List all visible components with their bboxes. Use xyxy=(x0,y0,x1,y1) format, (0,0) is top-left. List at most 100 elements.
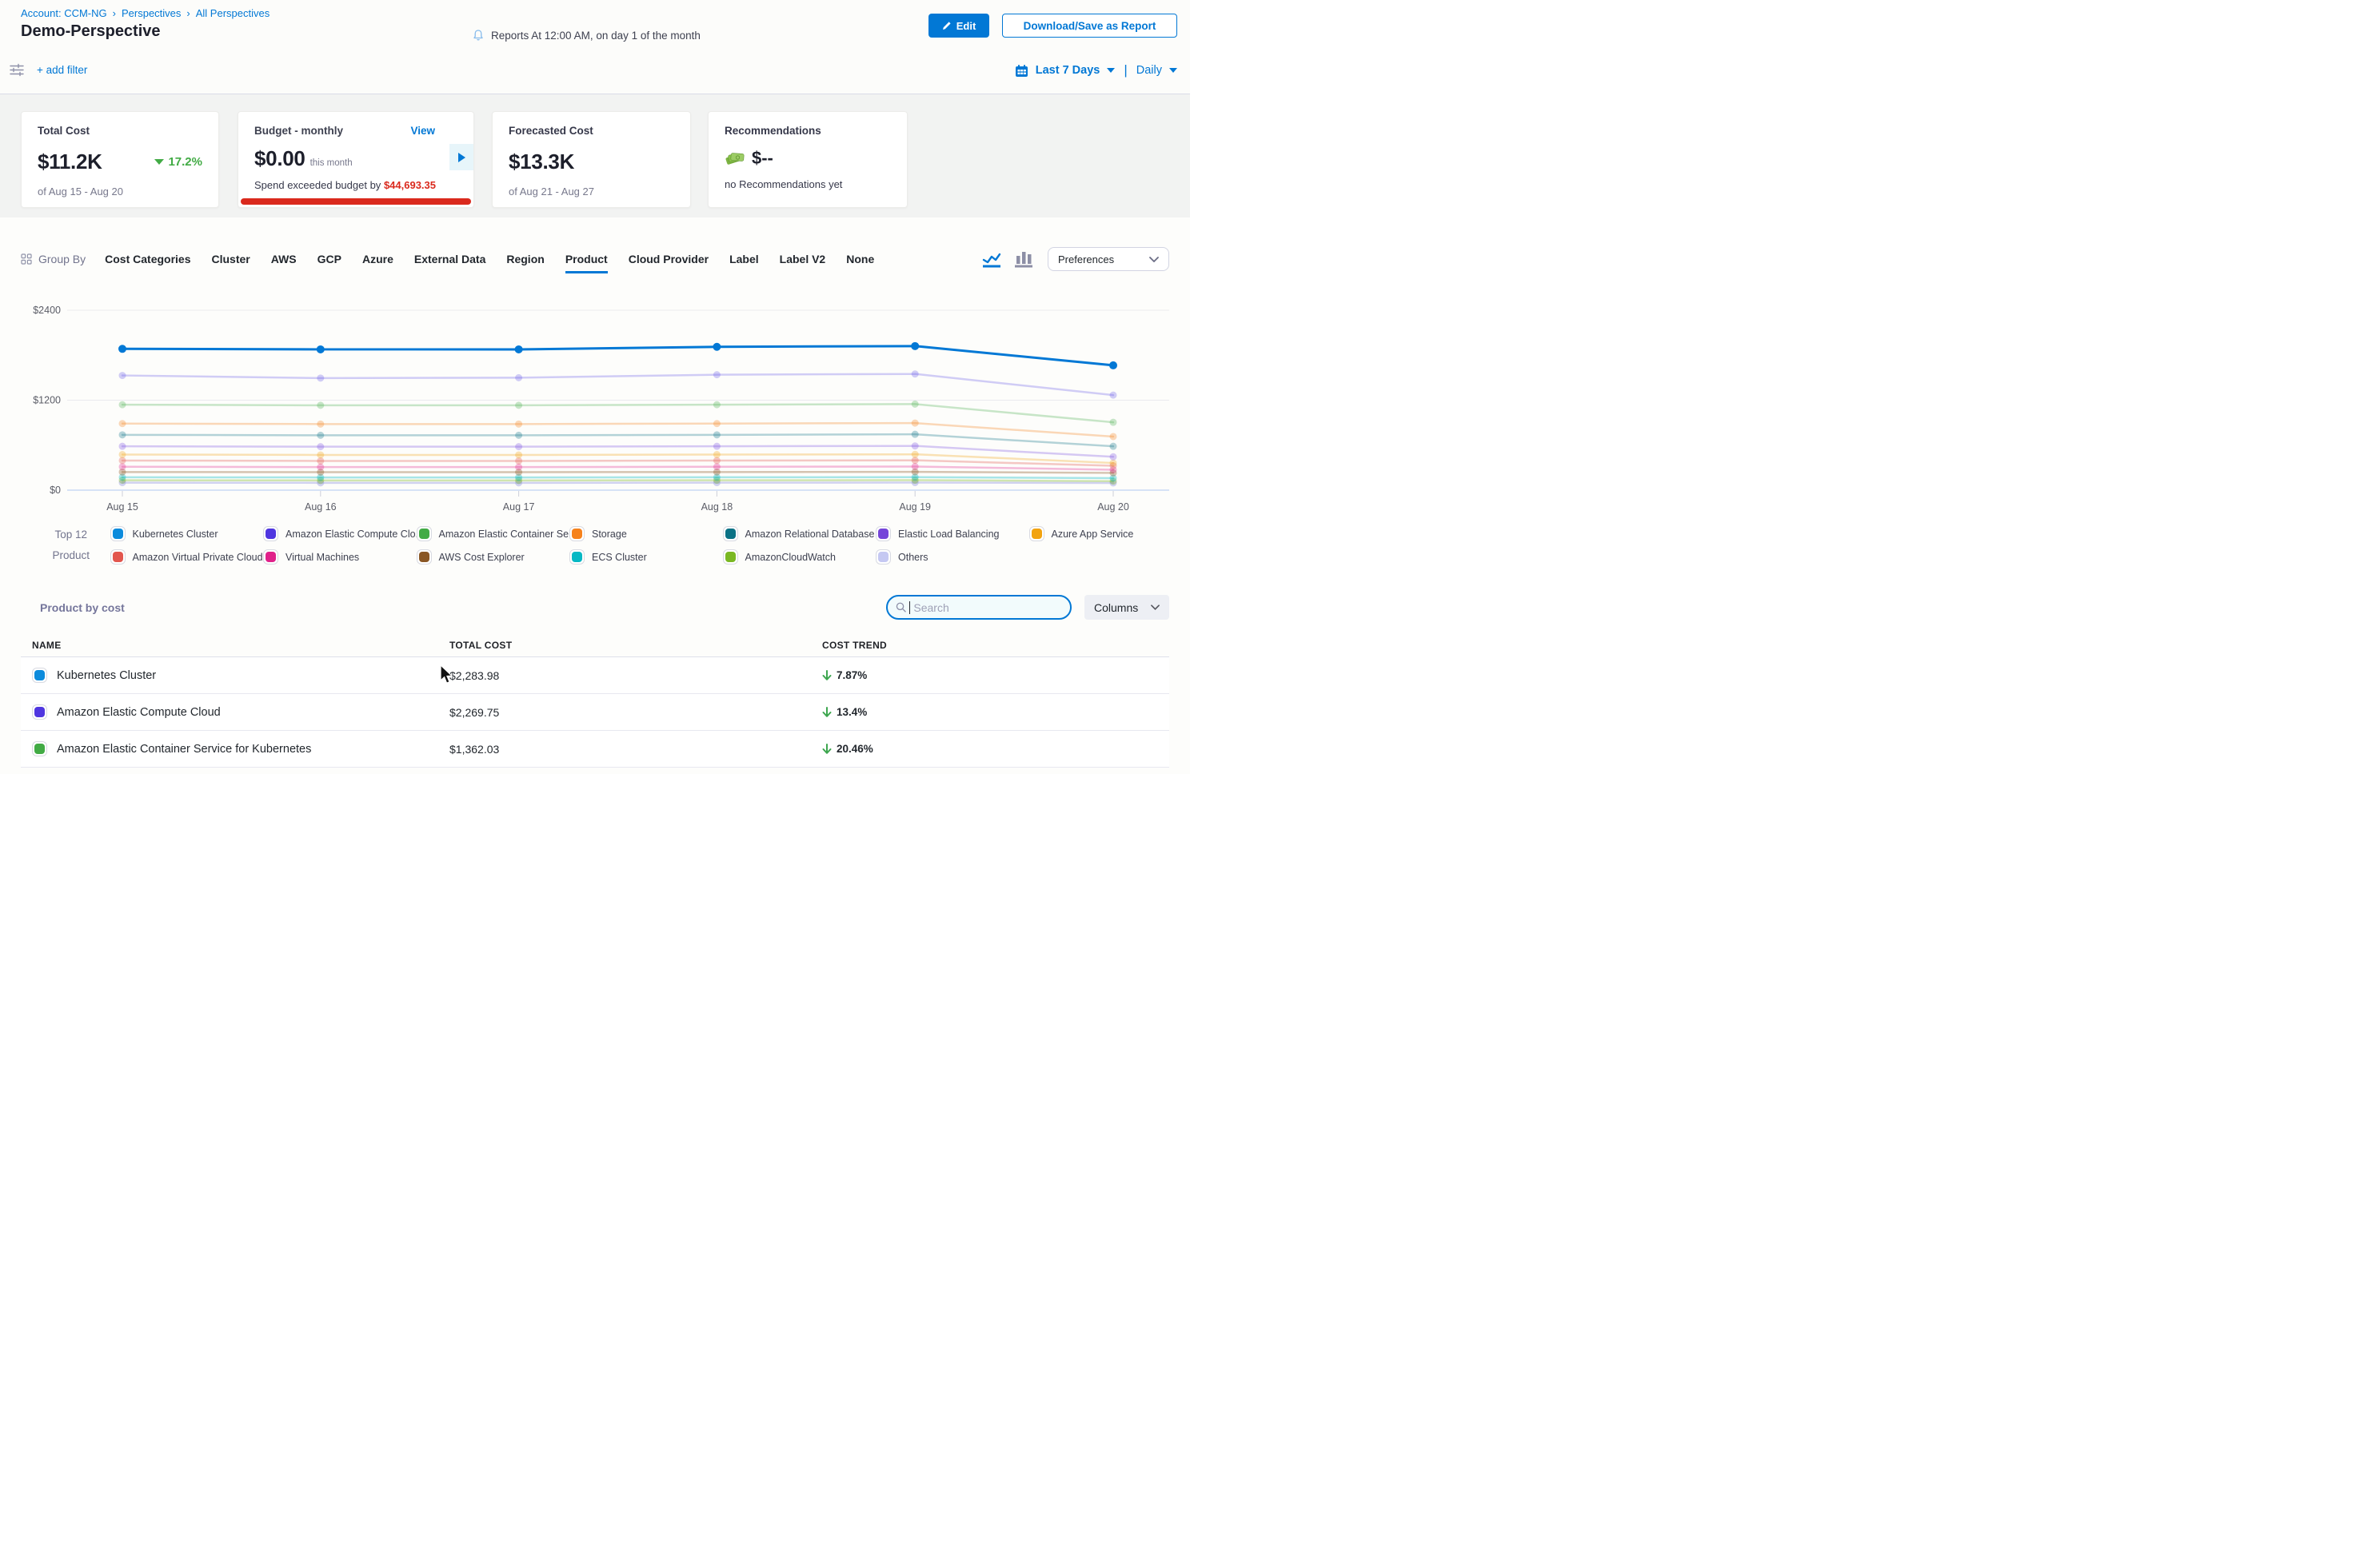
legend-label: Amazon Virtual Private Cloud xyxy=(133,552,263,563)
forecasted-cost-title: Forecasted Cost xyxy=(509,125,674,137)
download-save-report-button[interactable]: Download/Save as Report xyxy=(1002,14,1177,38)
product-name: Amazon Elastic Compute Cloud xyxy=(57,706,221,719)
perspective-panel: Group By Cost Categories Cluster AWS GCP Azu… xyxy=(0,217,1190,774)
budget-expand-button[interactable] xyxy=(449,144,473,170)
total-cost-card: Total Cost $11.2K 17.2% of Aug 15 - Aug … xyxy=(21,111,219,208)
legend-label: Virtual Machines xyxy=(286,552,359,563)
table-row[interactable]: Kubernetes Cluster$2,283.987.87% xyxy=(21,657,1169,694)
play-icon xyxy=(458,153,465,162)
table-toolbar: Product by cost Columns xyxy=(21,595,1169,620)
reports-schedule-note: Reports At 12:00 AM, on day 1 of the mon… xyxy=(472,29,701,42)
groupby-tab-azure[interactable]: Azure xyxy=(362,253,393,273)
legend-item[interactable]: Amazon Elastic Container Se... xyxy=(417,526,570,541)
svg-text:Aug 19: Aug 19 xyxy=(899,501,931,513)
bar-chart-icon xyxy=(1014,250,1033,268)
granularity-selector[interactable]: Daily xyxy=(1136,64,1162,77)
groupby-tab-gcp[interactable]: GCP xyxy=(317,253,341,273)
legend-label: Amazon Elastic Compute Clo... xyxy=(286,529,424,540)
legend-item[interactable]: Amazon Virtual Private Cloud xyxy=(110,549,264,565)
recommendations-subtitle: no Recommendations yet xyxy=(725,178,891,190)
legend-label: AWS Cost Explorer xyxy=(439,552,525,563)
groupby-tab-cloud-provider[interactable]: Cloud Provider xyxy=(629,253,709,273)
groupby-tab-label[interactable]: Label xyxy=(729,253,759,273)
search-input[interactable] xyxy=(913,601,1062,614)
trend-percent: 7.87% xyxy=(837,669,867,681)
svg-text:Aug 16: Aug 16 xyxy=(305,501,337,513)
legend-label: ECS Cluster xyxy=(592,552,647,563)
line-chart-view-button[interactable] xyxy=(982,250,1001,268)
table-row[interactable]: Amazon Elastic Container Service for Kub… xyxy=(21,731,1169,768)
date-range-selector[interactable]: Last 7 Days xyxy=(1036,64,1100,77)
groupby-tab-cost-categories[interactable]: Cost Categories xyxy=(105,253,190,273)
legend-item[interactable]: Elastic Load Balancing xyxy=(876,526,1029,541)
budget-value: $0.00 xyxy=(254,146,305,171)
groupby-tab-external-data[interactable]: External Data xyxy=(414,253,485,273)
table-row[interactable]: Amazon Elastic Compute Cloud $2,269.75 13.… xyxy=(21,694,1169,731)
arrow-down-icon xyxy=(822,744,832,755)
money-banknotes-icon xyxy=(725,150,745,167)
divider: | xyxy=(1124,62,1127,78)
legend-group-label-line1: Top 12 xyxy=(32,525,110,545)
legend-item[interactable]: ECS Cluster xyxy=(569,549,723,565)
legend-item[interactable]: Azure App Service xyxy=(1029,526,1183,541)
legend-color-swatch xyxy=(569,526,585,541)
legend-color-swatch xyxy=(569,549,585,565)
chevron-down-icon xyxy=(1107,68,1115,73)
legend-label: Amazon Elastic Container Se... xyxy=(439,529,577,540)
legend-item[interactable]: AmazonCloudWatch xyxy=(723,549,877,565)
svg-text:Aug 15: Aug 15 xyxy=(106,501,138,513)
legend-item[interactable]: Others xyxy=(876,549,1029,565)
forecasted-cost-card: Forecasted Cost $13.3K of Aug 21 - Aug 2… xyxy=(492,111,691,208)
table-body: Kubernetes Cluster$2,283.987.87%Amazon E… xyxy=(21,657,1169,768)
legend-label: AmazonCloudWatch xyxy=(745,552,836,563)
row-color-swatch xyxy=(32,704,47,720)
cost-trend-cell: 13.4% xyxy=(822,706,1169,718)
legend-item[interactable]: Kubernetes Cluster xyxy=(110,526,264,541)
pencil-icon xyxy=(942,21,952,30)
summary-cards-section: Total Cost $11.2K 17.2% of Aug 15 - Aug … xyxy=(0,94,1190,217)
search-box xyxy=(886,595,1072,620)
table-header-row: NAME TOTAL COST COST TREND xyxy=(21,633,1169,657)
budget-view-link[interactable]: View xyxy=(410,125,435,137)
legend-item[interactable]: Virtual Machines xyxy=(263,549,417,565)
legend-color-swatch xyxy=(417,549,432,565)
edit-button-label: Edit xyxy=(956,20,976,32)
columns-dropdown[interactable]: Columns xyxy=(1084,595,1169,620)
download-button-label: Download/Save as Report xyxy=(1024,20,1156,32)
groupby-tab-product[interactable]: Product xyxy=(565,253,608,273)
row-color-swatch xyxy=(32,668,47,683)
total-cost-cell: $2,269.75 xyxy=(449,706,822,719)
calendar-icon xyxy=(1015,64,1028,78)
legend-item[interactable]: Storage xyxy=(569,526,723,541)
breadcrumb-account-link[interactable]: Account: CCM-NG xyxy=(21,7,107,19)
groupby-tab-none[interactable]: None xyxy=(846,253,874,273)
product-name: Kubernetes Cluster xyxy=(57,669,156,682)
page-header: Account: CCM-NG › Perspectives › All Per… xyxy=(0,0,1190,47)
breadcrumb-perspectives-link[interactable]: Perspectives xyxy=(122,7,181,19)
trend-down-triangle-icon xyxy=(154,159,164,165)
bar-chart-view-button[interactable] xyxy=(1014,250,1033,268)
chart-area: $0$1200$2400Aug 15Aug 16Aug 17Aug 18Aug … xyxy=(21,294,1169,522)
forecasted-cost-value: $13.3K xyxy=(509,150,674,174)
legend-color-swatch xyxy=(876,549,891,565)
groupby-tab-label-v2[interactable]: Label V2 xyxy=(780,253,826,273)
group-by-row: Group By Cost Categories Cluster AWS GCP Azu… xyxy=(21,246,1169,272)
total-cost-value: $11.2K xyxy=(38,150,102,174)
breadcrumb-all-perspectives-link[interactable]: All Perspectives xyxy=(196,7,270,19)
legend-item[interactable]: AWS Cost Explorer xyxy=(417,549,570,565)
add-filter-button[interactable]: + add filter xyxy=(37,64,87,76)
groupby-tab-cluster[interactable]: Cluster xyxy=(212,253,250,273)
preferences-dropdown[interactable]: Preferences xyxy=(1048,247,1169,271)
edit-button[interactable]: Edit xyxy=(928,14,989,38)
legend-row: Amazon Virtual Private Cloud Virtual Mach… xyxy=(110,546,1183,568)
search-icon xyxy=(896,601,906,613)
trend-percent: 13.4% xyxy=(837,706,867,718)
legend-item[interactable]: Amazon Relational Database ... xyxy=(723,526,877,541)
groupby-tab-aws[interactable]: AWS xyxy=(271,253,297,273)
svg-text:Aug 20: Aug 20 xyxy=(1097,501,1129,513)
filter-sliders-icon[interactable] xyxy=(10,63,24,77)
legend-item[interactable]: Amazon Elastic Compute Clo... xyxy=(263,526,417,541)
groupby-tab-region[interactable]: Region xyxy=(506,253,544,273)
trend-percent: 20.46% xyxy=(837,743,873,755)
group-by-label: Group By xyxy=(38,253,86,265)
